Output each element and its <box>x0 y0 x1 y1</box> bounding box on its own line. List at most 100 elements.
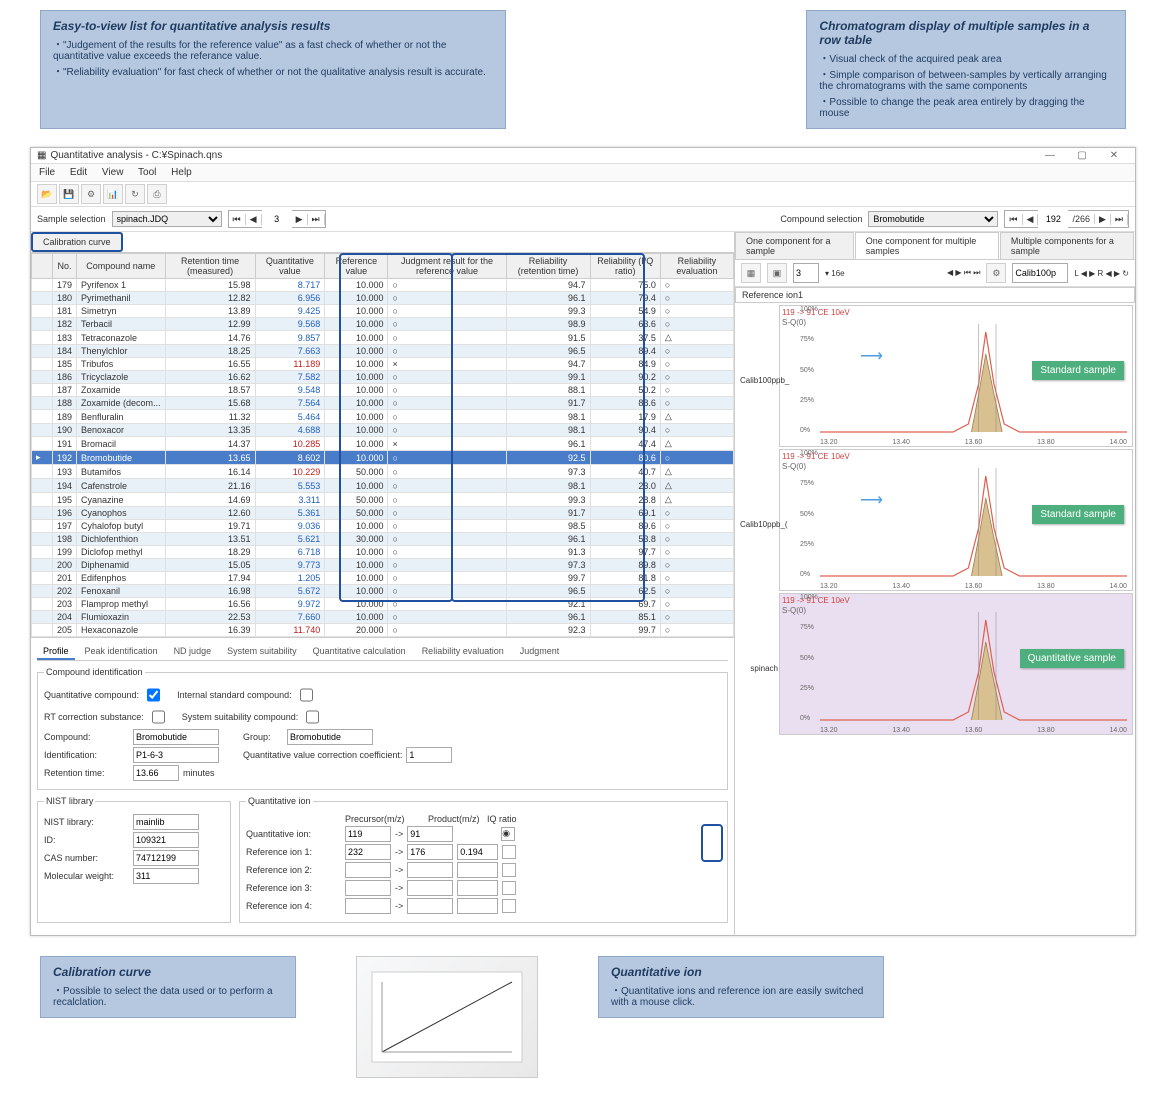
proftab-nd[interactable]: ND judge <box>168 644 218 660</box>
table-row[interactable]: 204Flumioxazin22.537.66010.000○96.185.1○ <box>32 611 734 624</box>
group-field[interactable] <box>287 729 373 745</box>
minimize-button[interactable]: — <box>1035 150 1065 161</box>
proftab-peak[interactable]: Peak identification <box>79 644 164 660</box>
ref1-prod-field[interactable] <box>407 844 453 860</box>
ref3-prec-field[interactable] <box>345 880 391 896</box>
compound-selection-dropdown[interactable]: Bromobutide <box>868 211 998 227</box>
tool-icon[interactable]: ↻ <box>125 184 145 204</box>
qion-prod-field[interactable] <box>407 826 453 842</box>
maximize-button[interactable]: ▢ <box>1067 150 1097 161</box>
sample-page-input[interactable] <box>262 210 292 228</box>
proftab-sys[interactable]: System suitability <box>221 644 303 660</box>
tab-calibration-curve[interactable]: Calibration curve <box>31 232 123 252</box>
chromatogram-panel[interactable]: 119 -> 91 CE 10eVS-Q(0) spinach 100%75%5… <box>779 593 1133 735</box>
table-row[interactable]: 189Benfluralin11.325.46410.000○98.117.9△ <box>32 410 734 424</box>
table-row[interactable]: 184Thenylchlor18.257.66310.000○96.589.4○ <box>32 345 734 358</box>
nist-id-field[interactable] <box>133 832 199 848</box>
table-row[interactable]: 182Terbacil12.999.56810.000○98.963.6○ <box>32 318 734 331</box>
table-row[interactable]: 201Edifenphos17.941.20510.000○99.781.8○ <box>32 572 734 585</box>
chrom-tool-icon[interactable]: ⚙ <box>986 263 1006 283</box>
menu-help[interactable]: Help <box>171 167 192 178</box>
tool-open-icon[interactable]: 📂 <box>37 184 57 204</box>
table-row[interactable]: ▸192Bromobutide13.658.60210.000○92.580.6… <box>32 451 734 465</box>
compound-nav[interactable]: ⏮◀/266▶⏭ <box>1004 210 1129 228</box>
table-row[interactable]: 183Tetraconazole14.769.85710.000○91.537.… <box>32 331 734 345</box>
chromatogram-panel[interactable]: 119 -> 91 CE 10eVS-Q(0) Calib10ppb_( 100… <box>779 449 1133 591</box>
compound-field[interactable] <box>133 729 219 745</box>
table-row[interactable]: 186Tricyclazole16.627.58210.000○99.190.2… <box>32 371 734 384</box>
tool-icon[interactable]: 📊 <box>103 184 123 204</box>
nist-lib-field[interactable] <box>133 814 199 830</box>
table-row[interactable]: 188Zoxamide (decom...15.687.56410.000○91… <box>32 397 734 410</box>
chrom-nav-buttons[interactable]: L ◀ ▶ R ◀ ▶ ↻ <box>1074 269 1129 278</box>
table-row[interactable]: 196Cyanophos12.605.36150.000○91.769.1○ <box>32 507 734 520</box>
proftab-rel[interactable]: Reliability evaluation <box>416 644 510 660</box>
table-header[interactable]: Reliability evaluation <box>660 254 733 279</box>
menu-file[interactable]: File <box>39 167 55 178</box>
table-row[interactable]: 187Zoxamide18.579.54810.000○88.150.2○ <box>32 384 734 397</box>
proftab-judge[interactable]: Judgment <box>514 644 566 660</box>
table-row[interactable]: 181Simetryn13.899.42510.000○99.354.9○ <box>32 305 734 318</box>
table-row[interactable]: 197Cyhalofop butyl19.719.03610.000○98.58… <box>32 520 734 533</box>
tab-multi-sample[interactable]: One component for multiple samples <box>855 232 999 259</box>
qvcc-field[interactable] <box>406 747 452 763</box>
chrom-tool-icon[interactable]: ▦ <box>741 263 761 283</box>
rt-corr-checkbox[interactable] <box>152 710 165 724</box>
table-header[interactable]: Reference value <box>325 254 388 279</box>
tool-icon[interactable]: ⎙ <box>147 184 167 204</box>
mw-field[interactable] <box>133 868 199 884</box>
rt-field[interactable] <box>133 765 179 781</box>
table-row[interactable]: 179Pyrifenox 115.988.71710.000○94.775.0○ <box>32 279 734 292</box>
table-row[interactable]: 199Diclofop methyl18.296.71810.000○91.39… <box>32 546 734 559</box>
tool-icon[interactable]: ⚙ <box>81 184 101 204</box>
chrom-page-input[interactable] <box>793 263 819 283</box>
table-row[interactable]: 195Cyanazine14.693.31150.000○99.328.8△ <box>32 493 734 507</box>
sample-nav[interactable]: ⏮◀▶⏭ <box>228 210 326 228</box>
quant-compound-checkbox[interactable] <box>147 688 160 702</box>
ref1-prec-field[interactable] <box>345 844 391 860</box>
table-header[interactable]: Quantitative value <box>255 254 325 279</box>
proftab-calc[interactable]: Quantitative calculation <box>307 644 412 660</box>
chrom-tool-icon[interactable]: ▣ <box>767 263 787 283</box>
table-row[interactable]: 198Dichlofenthion13.515.62130.000○96.153… <box>32 533 734 546</box>
qion-radio[interactable]: ◉ <box>501 827 515 841</box>
tool-save-icon[interactable]: 💾 <box>59 184 79 204</box>
table-row[interactable]: 202Fenoxanil16.985.67210.000○96.562.5○ <box>32 585 734 598</box>
tab-one-sample[interactable]: One component for a sample <box>735 232 854 259</box>
ref4-prec-field[interactable] <box>345 898 391 914</box>
table-row[interactable]: 194Cafenstrole21.165.55310.000○98.123.0△ <box>32 479 734 493</box>
qion-prec-field[interactable] <box>345 826 391 842</box>
table-row[interactable]: 203Flamprop methyl16.569.97210.000○92.16… <box>32 598 734 611</box>
table-header[interactable]: No. <box>53 254 77 279</box>
table-header[interactable]: Judgment result for the reference value <box>388 254 506 279</box>
compound-page-input[interactable] <box>1038 210 1068 228</box>
table-row[interactable]: 193Butamifos16.1410.22950.000○97.340.7△ <box>32 465 734 479</box>
chrom-calib-input[interactable] <box>1012 263 1068 283</box>
table-row[interactable]: 200Diphenamid15.059.77310.000○97.389.8○ <box>32 559 734 572</box>
tab-multi-component[interactable]: Multiple components for a sample <box>1000 232 1134 259</box>
table-header[interactable]: Compound name <box>77 254 166 279</box>
proftab-profile[interactable]: Profile <box>37 644 75 660</box>
table-row[interactable]: 190Benoxacor13.354.68810.000○98.190.4○ <box>32 424 734 437</box>
internal-std-checkbox[interactable] <box>300 688 313 702</box>
table-row[interactable]: 185Tribufos16.5511.18910.000×94.784.9○ <box>32 358 734 371</box>
menu-edit[interactable]: Edit <box>70 167 87 178</box>
table-row[interactable]: 191Bromacil14.3710.28510.000×96.147.4△ <box>32 437 734 451</box>
table-row[interactable]: 180Pyrimethanil12.826.95610.000○96.179.4… <box>32 292 734 305</box>
ref2-prod-field[interactable] <box>407 862 453 878</box>
table-row[interactable]: 205Hexaconazole16.3911.74020.000○92.399.… <box>32 624 734 637</box>
sample-selection-dropdown[interactable]: spinach.JDQ <box>112 211 222 227</box>
ref1-radio[interactable] <box>502 845 516 859</box>
ref2-prec-field[interactable] <box>345 862 391 878</box>
chromatogram-panel[interactable]: 119 -> 91 CE 10eVS-Q(0) Calib100ppb_ 100… <box>779 305 1133 447</box>
table-header[interactable]: Reliability (retention time) <box>506 254 590 279</box>
results-table[interactable]: No.Compound nameRetention time (measured… <box>31 253 734 637</box>
identification-field[interactable] <box>133 747 219 763</box>
menu-view[interactable]: View <box>102 167 124 178</box>
close-button[interactable]: ✕ <box>1099 150 1129 161</box>
menu-tool[interactable]: Tool <box>138 167 156 178</box>
ref1-iq-field[interactable] <box>457 844 498 860</box>
cas-field[interactable] <box>133 850 199 866</box>
table-header[interactable]: Reliability (I/Q ratio) <box>590 254 660 279</box>
table-header[interactable]: Retention time (measured) <box>165 254 255 279</box>
